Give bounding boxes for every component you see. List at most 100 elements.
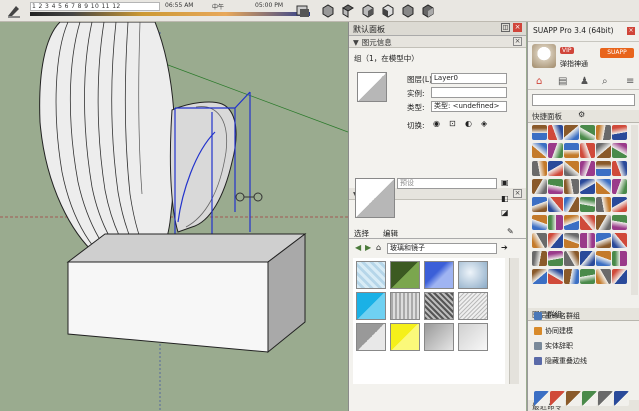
quick-tool-icon[interactable] — [580, 215, 595, 230]
quick-tool-icon[interactable] — [532, 233, 547, 248]
view-top-icon[interactable] — [340, 3, 356, 19]
tab-home-icon[interactable]: ⌂ — [536, 76, 542, 87]
quick-tool-icon[interactable] — [612, 143, 627, 158]
menu-item-solid-tools[interactable]: 实体辞职 — [534, 341, 573, 351]
quick-tool-icon[interactable] — [596, 125, 611, 140]
quick-tool-icon[interactable] — [564, 143, 579, 158]
quick-tool-icon[interactable] — [596, 143, 611, 158]
base-block-front[interactable] — [67, 261, 269, 353]
quick-tool-icon[interactable] — [612, 251, 627, 266]
quick-tool-icon[interactable] — [564, 269, 579, 284]
quick-tool-icon[interactable] — [564, 233, 579, 248]
material-swatch[interactable] — [390, 261, 420, 289]
view-iso-icon[interactable] — [320, 3, 336, 19]
recent-command-icon[interactable] — [598, 391, 613, 406]
material-grid-scrollbar[interactable] — [509, 258, 519, 384]
receive-shadow-icon[interactable]: ◐ — [465, 119, 472, 128]
material-swatch[interactable] — [458, 261, 488, 289]
menu-item-rename-group[interactable]: 重命名群组 — [534, 311, 580, 321]
quick-tool-icon[interactable] — [580, 251, 595, 266]
settings-gear-icon[interactable]: ⚙ — [578, 110, 585, 119]
quick-tool-icon[interactable] — [580, 179, 595, 194]
shadow-settings-icon[interactable] — [6, 3, 22, 19]
quick-tool-icon[interactable] — [580, 125, 595, 140]
visibility-eye-icon[interactable]: ◉ — [433, 119, 440, 128]
quick-tool-icon[interactable] — [564, 179, 579, 194]
menu-item-collab-model[interactable]: 协同建模 — [534, 326, 573, 336]
quick-tool-icon[interactable] — [564, 197, 579, 212]
quick-tool-icon[interactable] — [548, 251, 563, 266]
material-swatch[interactable] — [458, 292, 488, 320]
type-select[interactable]: 类型: <undefined> — [431, 101, 507, 112]
quick-panel-header[interactable]: 快捷面板 ⚙ — [528, 110, 639, 123]
material-swatch[interactable] — [390, 292, 420, 320]
material-swatch[interactable] — [390, 323, 420, 351]
material-name-field[interactable]: 预设 — [397, 178, 497, 189]
tab-select[interactable]: 选择 — [354, 228, 369, 239]
quick-tool-icon[interactable] — [580, 197, 595, 212]
recent-command-icon[interactable] — [614, 391, 629, 406]
quick-tool-icon[interactable] — [532, 251, 547, 266]
tab-search-icon[interactable]: ⌕ — [602, 76, 608, 87]
quick-tool-icon[interactable] — [612, 215, 627, 230]
menu-item-hide-overlap[interactable]: 隐藏重叠边线 — [534, 356, 587, 366]
close-icon[interactable]: × — [627, 27, 635, 35]
tab-edit[interactable]: 编辑 — [383, 228, 398, 239]
pin-icon[interactable]: ◫ — [501, 23, 510, 32]
quick-tool-icon[interactable] — [580, 233, 595, 248]
tab-user-icon[interactable]: ♟ — [580, 76, 589, 87]
quick-tool-icon[interactable] — [532, 215, 547, 230]
quick-tool-icon[interactable] — [548, 125, 563, 140]
quick-tool-icon[interactable] — [596, 215, 611, 230]
forward-arrow-icon[interactable]: ▶ — [365, 243, 371, 252]
quick-tool-icon[interactable] — [548, 179, 563, 194]
quick-tool-icon[interactable] — [612, 197, 627, 212]
model-viewport[interactable] — [0, 22, 348, 411]
material-swatch[interactable] — [458, 323, 488, 351]
avatar[interactable] — [532, 44, 556, 68]
quick-tool-icon[interactable] — [612, 125, 627, 140]
home-icon[interactable]: ⌂ — [376, 243, 381, 252]
recent-command-icon[interactable] — [566, 391, 581, 406]
quick-tool-icon[interactable] — [596, 233, 611, 248]
cast-shadow-icon[interactable]: ◈ — [481, 119, 487, 128]
quick-tool-icon[interactable] — [532, 143, 547, 158]
view-back-icon[interactable] — [400, 3, 416, 19]
create-material-icon[interactable]: ▣ — [501, 178, 509, 187]
quick-tool-icon[interactable] — [532, 197, 547, 212]
recent-command-icon[interactable] — [534, 391, 549, 406]
shadow-date-time-slider[interactable]: 1 2 3 4 5 6 7 8 9 10 11 12 06:55 AM 中午 0… — [30, 2, 310, 20]
view-front-icon[interactable] — [360, 3, 376, 19]
quick-tool-icon[interactable] — [548, 161, 563, 176]
material-swatch[interactable] — [424, 292, 454, 320]
quick-tool-icon[interactable] — [548, 233, 563, 248]
quick-tool-icon[interactable] — [580, 143, 595, 158]
quick-tool-icon[interactable] — [564, 161, 579, 176]
quick-tool-icon[interactable] — [532, 179, 547, 194]
entity-info-header[interactable]: ▼ 图元信息 × — [349, 36, 526, 48]
layer-select[interactable]: Layer0 — [431, 73, 507, 84]
sample-paint-icon[interactable]: ◪ — [501, 208, 509, 217]
view-left-icon[interactable] — [420, 3, 436, 19]
quick-tool-icon[interactable] — [532, 125, 547, 140]
material-swatch[interactable] — [356, 261, 386, 289]
recent-command-icon[interactable] — [550, 391, 565, 406]
quick-tool-icon[interactable] — [564, 215, 579, 230]
quick-tool-icon[interactable] — [564, 125, 579, 140]
command-search-input[interactable] — [532, 94, 635, 106]
quick-tool-icon[interactable] — [580, 269, 595, 284]
quick-tool-icon[interactable] — [612, 179, 627, 194]
quick-tool-icon[interactable] — [612, 269, 627, 284]
default-material-icon[interactable]: ◧ — [501, 194, 509, 203]
quick-tool-icon[interactable] — [548, 269, 563, 284]
back-arrow-icon[interactable]: ◀ — [355, 243, 361, 252]
quick-tool-icon[interactable] — [532, 269, 547, 284]
lock-icon[interactable]: ⊡ — [449, 119, 456, 128]
material-swatch[interactable] — [424, 261, 454, 289]
base-block-top[interactable] — [66, 233, 307, 263]
material-swatch[interactable] — [424, 323, 454, 351]
rotate-handle-right[interactable] — [253, 192, 263, 202]
quick-tool-icon[interactable] — [596, 179, 611, 194]
quick-tool-icon[interactable] — [612, 233, 627, 248]
quick-tool-icon[interactable] — [612, 161, 627, 176]
